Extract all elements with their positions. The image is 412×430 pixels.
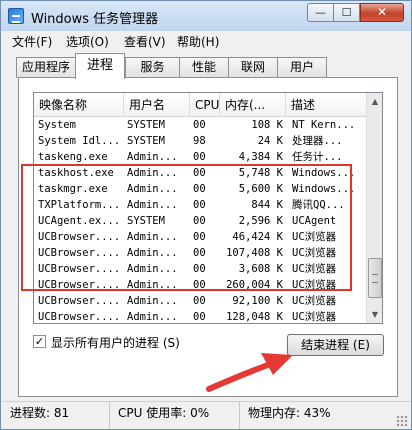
scroll-up-arrow-icon[interactable]: ▲: [367, 93, 382, 110]
show-all-users-label[interactable]: 显示所有用户的进程 (S): [51, 334, 180, 351]
description-cell: UC浏览器: [292, 295, 337, 307]
annotation-arrow-icon: [206, 353, 293, 392]
task-manager-app-icon: [8, 8, 24, 24]
description-cell: UC浏览器: [292, 311, 337, 323]
scrollbar-thumb[interactable]: [368, 258, 382, 298]
cpu-cell: 00: [193, 295, 206, 307]
description-cell: NT Kern...: [292, 119, 356, 131]
close-button[interactable]: ✕: [360, 3, 404, 22]
user-name-cell: Admin...: [127, 311, 178, 323]
memory-cell: 128,048 K: [226, 311, 283, 323]
user-name-cell: Admin...: [127, 295, 178, 307]
table-row[interactable]: UCBrowser.... Admin... 00 92,100 K UC浏览器: [34, 293, 366, 309]
cpu-cell: 00: [193, 151, 206, 163]
memory-cell: 92,100 K: [232, 295, 283, 307]
resize-grip-icon[interactable]: [396, 415, 408, 427]
window-title: Windows 任务管理器: [31, 12, 159, 27]
image-name-cell: taskeng.exe: [38, 151, 108, 163]
status-process-count: 进程数: 81: [2, 402, 110, 429]
show-all-users-checkbox[interactable]: ✓: [33, 335, 46, 348]
menu-help[interactable]: 帮助(H): [177, 33, 219, 50]
table-row[interactable]: System SYSTEM 00 108 K NT Kern...: [34, 117, 366, 133]
menu-options[interactable]: 选项(O): [66, 33, 109, 50]
menu-view[interactable]: 查看(V): [124, 33, 166, 50]
task-manager-window: Windows 任务管理器 — ☐ ✕ 文件(F) 选项(O) 查看(V) 帮助…: [0, 0, 412, 430]
description-cell: 处理器...: [292, 135, 343, 147]
column-cpu[interactable]: CPU: [190, 93, 220, 117]
tab-networking[interactable]: 联网: [228, 57, 278, 78]
image-name-cell: System: [38, 119, 76, 131]
menu-file[interactable]: 文件(F): [12, 33, 52, 50]
tab-applications[interactable]: 应用程序: [16, 57, 76, 78]
cpu-cell: 00: [193, 119, 206, 131]
table-row[interactable]: UCBrowser.... Admin... 00 128,048 K UC浏览器: [34, 309, 366, 323]
title-bar: Windows 任务管理器 — ☐ ✕: [1, 1, 411, 31]
image-name-cell: UCBrowser....: [38, 295, 121, 307]
status-bar: 进程数: 81 CPU 使用率: 0% 物理内存: 43%: [2, 401, 410, 429]
tab-services[interactable]: 服务: [125, 57, 180, 78]
table-row[interactable]: System Idl... SYSTEM 98 24 K 处理器...: [34, 133, 366, 149]
tab-users[interactable]: 用户: [277, 57, 327, 78]
status-physical-memory: 物理内存: 43%: [248, 406, 331, 420]
cpu-cell: 00: [193, 311, 206, 323]
table-row[interactable]: taskeng.exe Admin... 00 4,384 K 任务计...: [34, 149, 366, 165]
column-memory[interactable]: 内存(...: [220, 93, 286, 117]
column-image-name[interactable]: 映像名称: [34, 93, 124, 117]
menu-bar: 文件(F) 选项(O) 查看(V) 帮助(H): [2, 31, 410, 51]
column-user-name[interactable]: 用户名: [124, 93, 190, 117]
minimize-button[interactable]: —: [307, 3, 334, 22]
description-cell: 任务计...: [292, 151, 343, 163]
user-name-cell: SYSTEM: [127, 135, 165, 147]
scroll-down-arrow-icon[interactable]: ▼: [367, 306, 382, 323]
vertical-scrollbar[interactable]: ▲ ▼: [366, 93, 382, 323]
memory-cell: 24 K: [257, 135, 283, 147]
cpu-cell: 98: [193, 135, 206, 147]
image-name-cell: UCBrowser....: [38, 311, 121, 323]
column-description[interactable]: 描述: [286, 93, 366, 117]
user-name-cell: Admin...: [127, 151, 178, 163]
tab-processes[interactable]: 进程: [75, 53, 125, 79]
end-process-button[interactable]: 结束进程 (E): [287, 334, 384, 356]
user-name-cell: SYSTEM: [127, 119, 165, 131]
image-name-cell: System Idl...: [38, 135, 121, 147]
memory-cell: 108 K: [251, 119, 283, 131]
column-header-row: 映像名称 用户名 CPU 内存(... 描述: [34, 93, 366, 117]
status-cpu-usage: CPU 使用率: 0%: [110, 402, 240, 429]
maximize-button[interactable]: ☐: [334, 3, 360, 22]
tab-performance[interactable]: 性能: [179, 57, 229, 78]
memory-cell: 4,384 K: [238, 151, 283, 163]
annotation-highlight-box: [21, 164, 352, 291]
